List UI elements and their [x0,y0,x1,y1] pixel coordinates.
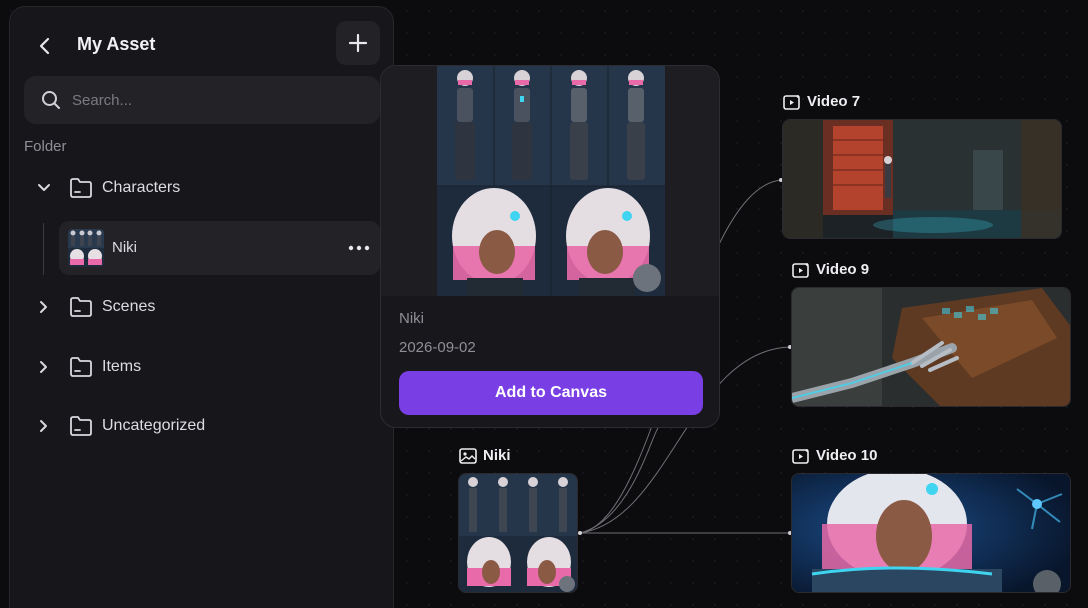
folder-scenes[interactable]: Scenes [10,287,393,327]
folder-items[interactable]: Items [10,347,393,387]
folder-section-label: Folder [24,138,67,155]
folder-characters[interactable]: Characters [10,168,393,208]
back-button[interactable] [34,35,56,57]
folder-label: Scenes [102,298,156,315]
node-video-7[interactable] [782,119,1062,239]
node-video-10[interactable] [791,473,1071,593]
video-10-thumbnail [792,474,1070,592]
node-video-9[interactable] [791,287,1071,407]
search-icon [42,91,60,109]
node-title-niki: Niki [459,447,511,464]
preview-asset-date: 2026-09-02 [399,339,476,356]
folder-label: Characters [102,179,181,196]
preview-image [381,66,719,296]
node-label-text: Video 10 [816,447,878,464]
folder-icon [70,416,92,436]
node-label-text: Niki [483,447,511,464]
asset-thumbnail [68,229,104,267]
node-label-text: Video 9 [816,261,870,278]
image-icon [459,447,477,464]
niki-node-thumbnail [459,474,577,592]
chevron-right-icon[interactable] [36,299,52,315]
sidebar-header: My Asset [10,21,393,77]
add-asset-button[interactable] [336,21,380,65]
folder-icon [70,297,92,317]
more-options-icon[interactable] [347,239,371,257]
video-icon [783,94,800,110]
chevron-right-icon[interactable] [36,359,52,375]
character-sheet-image [437,66,665,296]
folder-icon [70,178,92,198]
sidebar-title: My Asset [77,34,156,54]
search-input[interactable] [72,91,352,109]
node-title-video-7: Video 7 [783,93,860,110]
asset-label: Niki [112,239,137,256]
chevron-down-icon[interactable] [36,180,52,196]
folder-uncategorized[interactable]: Uncategorized [10,406,393,446]
video-icon [792,262,809,278]
folder-label: Items [102,358,142,375]
chevron-left-icon [39,37,50,55]
search-box[interactable] [24,76,380,124]
node-niki-image[interactable] [458,473,578,593]
tree-guide-line [43,223,44,275]
chevron-right-icon[interactable] [36,418,52,434]
folder-icon [70,357,92,377]
add-to-canvas-button[interactable]: Add to Canvas [399,371,703,415]
node-title-video-9: Video 9 [792,261,869,278]
folder-label: Uncategorized [102,417,206,434]
asset-preview-popup: Niki 2026-09-02 Add to Canvas [380,65,720,428]
asset-sidebar: My Asset Folder Characters Niki [9,6,394,608]
video-icon [792,448,809,464]
asset-item-niki[interactable]: Niki [59,221,380,275]
video-7-thumbnail [783,120,1061,238]
preview-asset-name: Niki [399,310,424,327]
node-label-text: Video 7 [807,93,861,110]
plus-icon [348,33,368,53]
video-9-thumbnail [792,288,1070,406]
node-title-video-10: Video 10 [792,447,877,464]
